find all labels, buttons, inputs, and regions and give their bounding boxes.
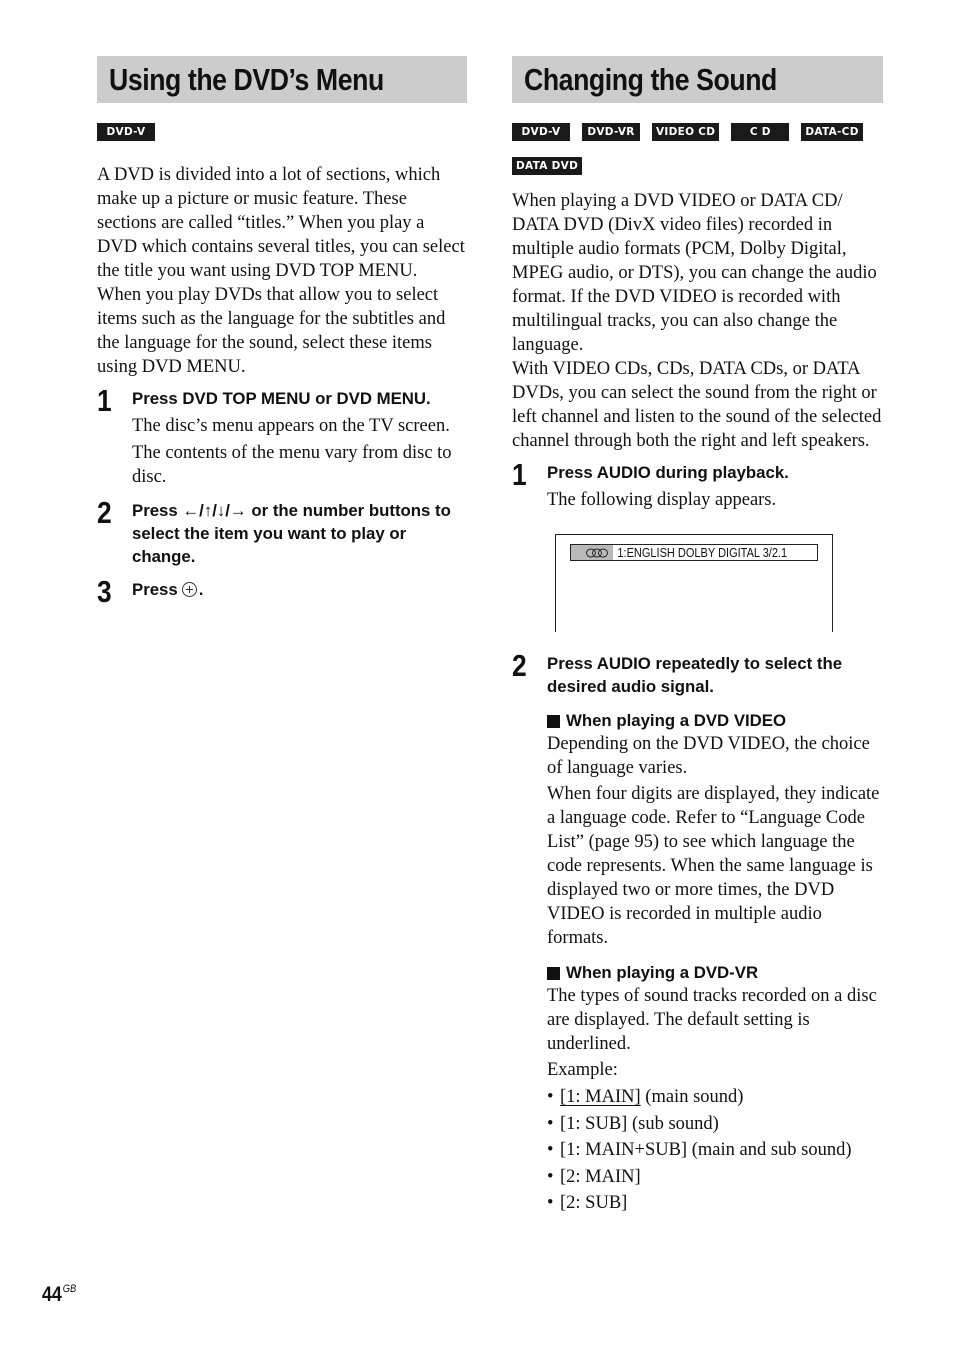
audio-disc-icon <box>571 545 613 560</box>
list-item: • [1: MAIN+SUB] (main and sub sound) <box>547 1140 852 1160</box>
list-item: • [1: SUB] (sub sound) <box>547 1113 719 1134</box>
step-heading: Press DVD TOP MENU or DVD MENU. <box>132 389 431 408</box>
step-heading: Press AUDIO during playback. <box>547 463 789 482</box>
dvd-video-paragraph: When four digits are displayed, they ind… <box>547 784 880 948</box>
square-bullet-icon <box>547 714 560 728</box>
dvd-video-paragraph: Depending on the DVD VIDEO, the choice o… <box>547 734 870 778</box>
option: [1: SUB] <box>560 1113 628 1134</box>
option-note: (sub sound) <box>627 1113 719 1134</box>
badge-data-cd: DATA-CD <box>801 123 863 141</box>
example-label: Example: <box>547 1060 618 1080</box>
section-title-bar: Using the DVD’s Menu <box>97 56 467 103</box>
subsection-heading-dvd-vr: When playing a DVD-VR <box>547 962 883 984</box>
subsection-heading-text: When playing a DVD VIDEO <box>566 711 787 730</box>
page-number: 44GB <box>42 1283 76 1307</box>
audio-options-list: • [1: MAIN] (main sound) • [1: SUB] (sub s… <box>547 1084 883 1217</box>
page-region-suffix: GB <box>62 1283 77 1295</box>
step-1: 1 Press DVD TOP MENU or DVD MENU. The di… <box>97 383 467 489</box>
list-item: • [1: MAIN] (main sound) <box>547 1087 744 1107</box>
step-body: The contents of the menu vary from disc … <box>132 443 452 487</box>
dvd-vr-paragraph: The types of sound tracks recorded on a … <box>547 986 877 1054</box>
intro-paragraph: With VIDEO CDs, CDs, DATA CDs, or DATA D… <box>512 359 882 451</box>
step-3: 3 Press. <box>97 574 467 609</box>
subsection-heading-text: When playing a DVD-VR <box>566 963 759 982</box>
section-using-dvd-menu: Using the DVD’s Menu DVD-V A DVD is divi… <box>97 56 467 609</box>
step-heading: Press AUDIO repeatedly to select the des… <box>547 654 843 696</box>
intro-paragraph: When playing a DVD VIDEO or DATA CD/ DAT… <box>512 191 877 355</box>
badge-video-cd: VIDEO CD <box>652 123 720 141</box>
option-default: [1: MAIN] <box>560 1087 641 1107</box>
list-item: • [2: MAIN] <box>547 1166 641 1187</box>
option-note: (main sound) <box>640 1087 744 1107</box>
option: [2: SUB] <box>560 1193 628 1213</box>
step-2: 2 Press ←/↑/↓/→ or the number buttons to… <box>97 495 467 568</box>
enter-button-icon <box>181 582 197 597</box>
step-heading-text: Press <box>132 580 178 599</box>
audio-disc-icon-glyph <box>586 548 608 557</box>
subsection-heading-dvd-video: When playing a DVD VIDEO <box>547 710 883 732</box>
step-number: 1 <box>512 457 527 492</box>
badge-dvd-v: DVD-V <box>97 123 155 141</box>
step-2: 2 Press AUDIO repeatedly to select the d… <box>512 648 883 1217</box>
intro-paragraph: When you play DVDs that allow you to sel… <box>97 285 446 377</box>
step-body: The disc’s menu appears on the TV screen… <box>132 416 450 436</box>
section-title: Changing the Sound <box>524 61 777 97</box>
disc-type-badges: DVD-V <box>97 123 467 141</box>
section-title-bar: Changing the Sound <box>512 56 883 103</box>
step-number: 3 <box>97 574 112 609</box>
step-heading: Press ←/↑/↓/→ or the number buttons to s… <box>132 501 451 566</box>
badge-dvd-vr: DVD-VR <box>582 123 640 141</box>
section-title: Using the DVD’s Menu <box>109 61 384 97</box>
option: [2: MAIN] <box>560 1166 641 1187</box>
list-item: • [2: SUB] <box>547 1193 628 1213</box>
audio-info-text: 1:ENGLISH DOLBY DIGITAL 3/2.1 <box>617 545 788 560</box>
step-number: 2 <box>512 648 527 683</box>
option: [1: MAIN+SUB] <box>560 1140 688 1160</box>
step-1: 1 Press AUDIO during playback. The follo… <box>512 457 883 632</box>
step-number: 2 <box>97 495 112 530</box>
on-screen-display-illustration: 1:ENGLISH DOLBY DIGITAL 3/2.1 <box>555 534 833 632</box>
badge-dvd-v: DVD-V <box>512 123 570 141</box>
disc-type-badges: DVD-V DVD-VR VIDEO CD C D DATA-CD DATA D… <box>512 123 883 175</box>
step-heading: Press. <box>132 578 467 601</box>
square-bullet-icon <box>547 966 560 980</box>
step-heading-text: . <box>198 580 204 599</box>
option-note: (main and sub sound) <box>687 1140 852 1160</box>
audio-info-bar: 1:ENGLISH DOLBY DIGITAL 3/2.1 <box>570 544 818 561</box>
section-changing-sound: Changing the Sound DVD-V DVD-VR VIDEO CD… <box>512 56 883 1217</box>
intro-paragraph: A DVD is divided into a lot of sections,… <box>97 165 465 281</box>
badge-cd: C D <box>731 123 790 141</box>
step-number: 1 <box>97 383 112 418</box>
badge-data-dvd: DATA DVD <box>512 157 583 175</box>
step-body: The following display appears. <box>547 490 777 510</box>
page-number-value: 44 <box>42 1283 62 1306</box>
